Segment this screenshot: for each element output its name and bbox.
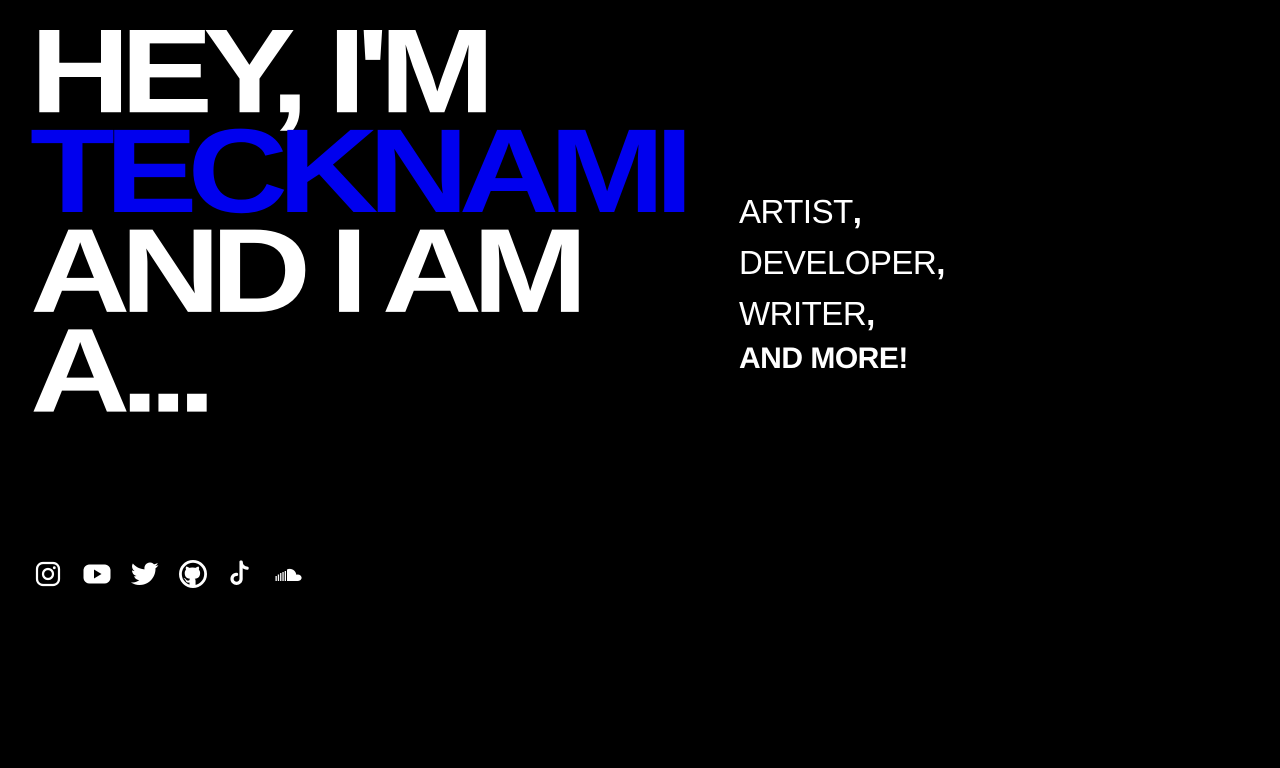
youtube-link[interactable] [83,560,131,588]
social-links [35,560,323,588]
role-comma: , [852,193,862,230]
role-comma: , [866,295,875,332]
twitter-link[interactable] [131,560,179,588]
tiktok-link[interactable] [227,560,275,588]
roles-list: ARTIST, DEVELOPER, WRITER, AND MORE! [739,186,945,379]
role-comma: , [936,244,945,281]
soundcloud-link[interactable] [275,560,323,588]
instagram-icon [35,561,61,587]
role-writer: WRITER, [739,288,945,339]
role-artist: ARTIST, [739,186,945,237]
role-label: WRITER [739,295,867,332]
soundcloud-icon [275,568,302,581]
youtube-icon [83,564,111,584]
tiktok-icon [230,560,249,585]
github-icon [179,560,207,588]
page: HEY, I'M TECKNAMI AND I AM A... ARTIST, … [0,0,1280,768]
github-link[interactable] [179,560,227,588]
role-label: ARTIST [739,193,853,230]
twitter-icon [131,562,159,585]
role-developer: DEVELOPER, [739,237,945,288]
role-label: DEVELOPER [739,244,937,281]
role-and-more: AND MORE! [739,342,908,375]
instagram-link[interactable] [35,560,83,588]
hero-heading: HEY, I'M TECKNAMI AND I AM A... [30,12,694,431]
